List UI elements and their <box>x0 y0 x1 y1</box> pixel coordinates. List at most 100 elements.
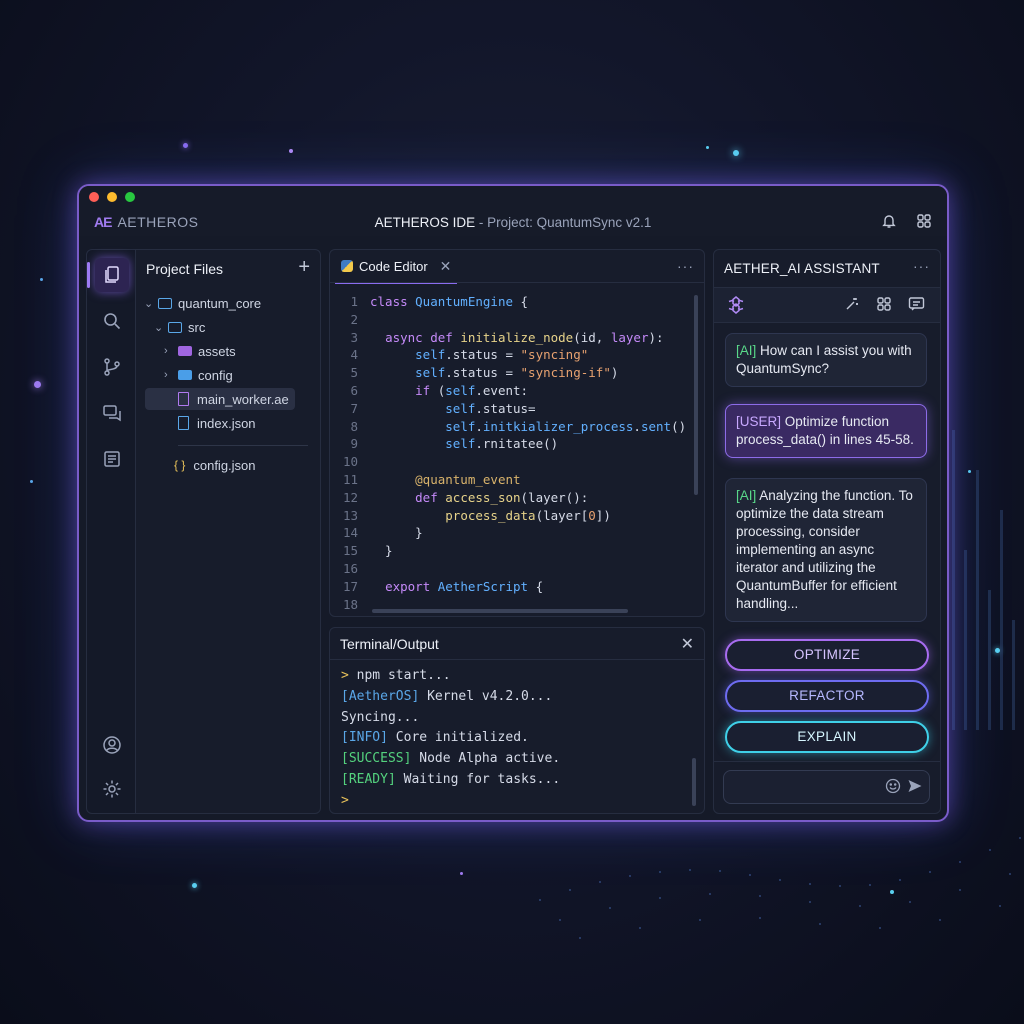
line-code: class QuantumEngine { <box>370 293 528 311</box>
editor-horizontal-scrollbar[interactable] <box>372 609 628 613</box>
tree-item-label: config <box>198 367 233 383</box>
minimize-window-button[interactable] <box>107 192 117 202</box>
line-number: 16 <box>342 560 358 576</box>
ai-message: [AI] How can I assist you with QuantumSy… <box>725 333 927 387</box>
code-token: (layer[ <box>535 507 589 523</box>
project-files-panel: Project Files + ⌄ quantum_core ⌄ src › a… <box>135 249 321 814</box>
close-icon[interactable]: ✕ <box>681 634 694 654</box>
tab-code-editor[interactable]: Code Editor ✕ <box>335 250 457 284</box>
line-code: export AetherScript { <box>370 578 543 596</box>
activity-bar <box>86 249 136 814</box>
tree-folder-assets[interactable]: › assets <box>164 340 236 362</box>
code-token: async def <box>385 329 461 345</box>
code-token: (id, <box>573 329 611 345</box>
tab-bar-divider <box>330 282 704 283</box>
emoji-icon[interactable] <box>885 778 901 799</box>
code-line: 9 self.rnitatee() <box>330 435 695 453</box>
line-number: 4 <box>350 347 358 363</box>
settings-icon[interactable] <box>95 772 129 806</box>
message-text: Analyzing the function. To optimize the … <box>736 488 913 611</box>
input-divider <box>714 761 940 762</box>
send-icon[interactable] <box>907 778 923 799</box>
code-area[interactable]: 1 class QuantumEngine {2 3 async def initi… <box>330 293 695 613</box>
close-tab-icon[interactable]: ✕ <box>440 258 452 275</box>
code-token: { <box>528 578 544 594</box>
terminal-tag: [READY] <box>341 772 396 787</box>
code-token: . <box>475 418 483 434</box>
add-file-button[interactable]: + <box>298 256 310 279</box>
bell-icon[interactable] <box>880 213 898 231</box>
code-line: 8 self.initkializer_process.sent() <box>330 418 695 436</box>
tree-folder-config[interactable]: › config <box>164 364 233 386</box>
tree-folder-quantum-core[interactable]: ⌄ quantum_core <box>144 292 261 314</box>
ai-assistant-panel: AETHER_AI ASSISTANT ··· [AI] How can I a… <box>713 249 941 814</box>
chevron-down-icon: ⌄ <box>144 297 154 310</box>
terminal-scrollbar[interactable] <box>692 758 696 806</box>
line-code: def access_son(layer(): <box>370 489 588 507</box>
chat-icon[interactable] <box>95 396 129 430</box>
terminal-panel: Terminal/Output ✕ > npm start... [AetherO… <box>329 627 705 814</box>
magic-wand-icon[interactable] <box>844 296 860 317</box>
tree-file-main-worker[interactable]: main_worker.ae <box>145 388 295 410</box>
tree-folder-src[interactable]: ⌄ src <box>154 316 205 338</box>
code-token: access_son <box>445 489 521 505</box>
tree-item-label: assets <box>198 343 236 359</box>
refactor-button[interactable]: REFACTOR <box>725 680 929 712</box>
maximize-window-button[interactable] <box>125 192 135 202</box>
files-icon[interactable] <box>87 258 129 292</box>
line-number: 18 <box>342 596 358 612</box>
explain-button[interactable]: EXPLAIN <box>725 721 929 753</box>
terminal-line: > npm start... <box>341 668 451 683</box>
tree-item-label: src <box>188 319 206 335</box>
account-icon[interactable] <box>95 728 129 762</box>
code-token: self <box>445 418 476 434</box>
message-icon[interactable] <box>908 296 925 317</box>
grid-icon[interactable] <box>915 213 933 231</box>
code-token: .status= <box>475 400 536 416</box>
line-code: process_data(layer[0]) <box>370 507 611 525</box>
ide-window: AE AETHEROS AETHEROS IDE - Project: Quant… <box>77 184 949 822</box>
extensions-icon[interactable] <box>95 442 129 476</box>
search-icon[interactable] <box>95 304 129 338</box>
assistant-toolbar <box>714 287 940 323</box>
more-options-icon[interactable]: ··· <box>913 258 930 274</box>
code-editor-panel: Code Editor ✕ ··· 1 class QuantumEngine {… <box>329 249 705 617</box>
tree-file-index-json[interactable]: index.json <box>178 412 256 434</box>
tab-label: Code Editor <box>359 258 428 274</box>
line-number: 3 <box>350 329 358 345</box>
more-options-icon[interactable]: ··· <box>677 258 694 274</box>
line-code: } <box>370 524 423 542</box>
chevron-right-icon: › <box>164 345 168 357</box>
chat-input[interactable] <box>723 770 930 804</box>
terminal-tag: [INFO] <box>341 730 388 746</box>
background-star <box>40 278 43 281</box>
editor-vertical-scrollbar[interactable] <box>694 295 698 495</box>
source-control-icon[interactable] <box>95 350 129 384</box>
user-message: [USER] Optimize function process_data() … <box>725 404 927 458</box>
ai-logo-icon <box>726 295 746 320</box>
code-token: class <box>370 294 416 309</box>
line-number: 2 <box>350 311 358 327</box>
message-role: [USER] <box>736 414 782 429</box>
code-token: } <box>370 525 423 541</box>
code-token: self <box>415 365 446 381</box>
code-line: 4 self.status = "syncing" <box>330 346 695 364</box>
terminal-line: > <box>341 793 349 808</box>
close-window-button[interactable] <box>89 192 99 202</box>
line-code: self.status = "syncing" <box>370 346 588 364</box>
code-line: 11 @quantum_event <box>330 471 695 489</box>
line-number: 13 <box>342 507 358 523</box>
code-token: ]) <box>595 507 611 523</box>
folder-open-icon <box>158 297 172 309</box>
tree-file-config-json[interactable]: { } config.json <box>174 454 256 476</box>
optimize-button[interactable]: OPTIMIZE <box>725 639 929 671</box>
message-role: [AI] <box>736 343 757 358</box>
grid-icon[interactable] <box>876 296 892 317</box>
